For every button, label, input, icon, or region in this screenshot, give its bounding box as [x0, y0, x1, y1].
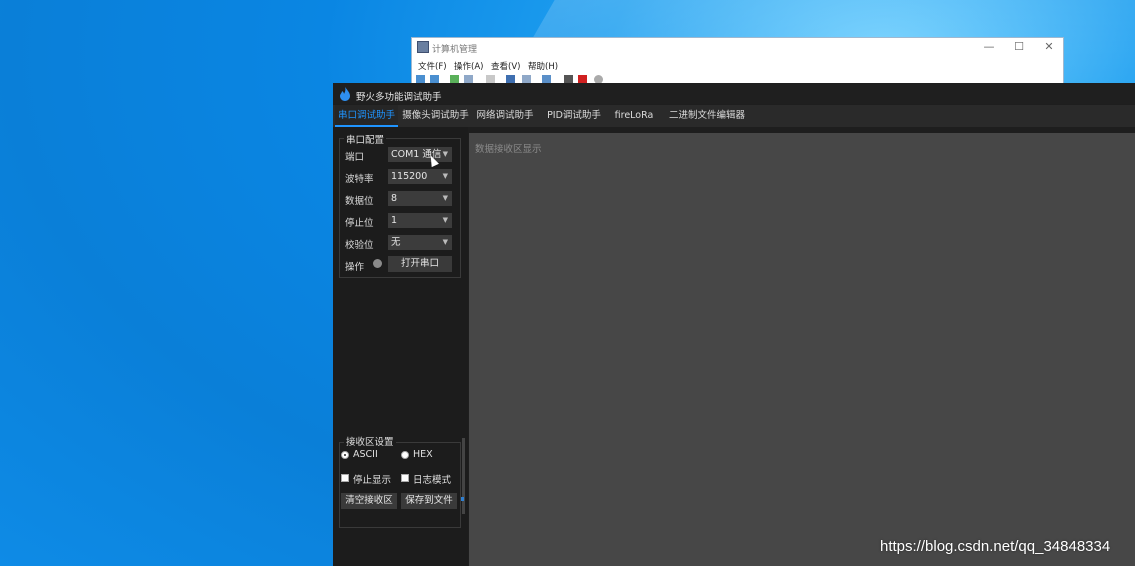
tab-bar: 串口调试助手 摄像头调试助手 网络调试助手 PID调试助手 fireLoRa 二… — [333, 105, 1135, 127]
status-led-icon — [373, 259, 382, 268]
hex-radio[interactable] — [401, 451, 409, 459]
tab-serial[interactable]: 串口调试助手 — [335, 105, 398, 127]
tab-firelora[interactable]: fireLoRa — [611, 105, 657, 127]
parity-label: 校验位 — [345, 240, 374, 251]
minimize-button[interactable]: — — [977, 40, 1001, 54]
baudrate-value: 115200 — [391, 171, 428, 182]
tab-pid[interactable]: PID调试助手 — [541, 105, 607, 127]
tab-network[interactable]: 网络调试助手 — [475, 105, 535, 127]
chevron-down-icon: ▼ — [442, 238, 448, 246]
clear-receive-button[interactable]: 清空接收区 — [341, 493, 397, 509]
menu-help[interactable]: 帮助(H) — [528, 60, 558, 72]
watermark: https://blog.csdn.net/qq_34848334 — [880, 538, 1111, 555]
menu-view[interactable]: 查看(V) — [491, 60, 520, 72]
fire-debug-assistant-window[interactable]: 野火多功能调试助手 串口调试助手 摄像头调试助手 网络调试助手 PID调试助手 … — [333, 83, 1135, 566]
chevron-down-icon: ▼ — [442, 194, 448, 202]
parity-value: 无 — [391, 237, 401, 248]
ascii-label: ASCII — [353, 449, 378, 460]
serial-config-title: 串口配置 — [344, 132, 387, 146]
port-select[interactable]: COM1 通信 ▼ — [388, 147, 452, 162]
parity-select[interactable]: 无 ▼ — [388, 235, 452, 250]
menu-bar: 文件(F) 操作(A) 查看(V) 帮助(H) — [412, 58, 1063, 72]
left-panel: 串口配置 端口 COM1 通信 ▼ 波特率 115200 ▼ 数据位 8 ▼ 停… — [333, 127, 468, 566]
app-title: 野火多功能调试助手 — [356, 92, 442, 103]
open-port-button[interactable]: 打开串口 — [388, 256, 452, 272]
left-panel-scrollbar[interactable] — [462, 438, 465, 514]
databits-label: 数据位 — [345, 196, 374, 207]
stopbits-select[interactable]: 1 ▼ — [388, 213, 452, 228]
receive-area[interactable]: 数据接收区显示 — [469, 133, 1135, 566]
log-mode-label: 日志模式 — [413, 475, 452, 486]
menu-file[interactable]: 文件(F) — [418, 60, 447, 72]
baudrate-select[interactable]: 115200 ▼ — [388, 169, 452, 184]
stop-display-checkbox[interactable] — [341, 474, 349, 482]
stop-display-label: 停止显示 — [353, 475, 392, 486]
baudrate-label: 波特率 — [345, 174, 374, 185]
close-button[interactable]: ✕ — [1037, 40, 1061, 54]
receive-settings-title: 接收区设置 — [344, 434, 396, 448]
chevron-down-icon: ▼ — [442, 150, 448, 158]
stopbits-value: 1 — [391, 215, 398, 226]
tab-camera[interactable]: 摄像头调试助手 — [401, 105, 470, 127]
log-mode-checkbox[interactable] — [401, 474, 409, 482]
app-title-bar[interactable]: 野火多功能调试助手 — [333, 83, 1135, 104]
databits-value: 8 — [391, 193, 398, 204]
flame-logo-icon — [340, 87, 350, 101]
ascii-radio[interactable] — [341, 451, 349, 459]
computer-management-icon — [417, 41, 429, 53]
save-to-file-button[interactable]: 保存到文件 — [401, 493, 457, 509]
title-bar[interactable]: 计算机管理 — ☐ ✕ — [412, 38, 1063, 57]
computer-management-window[interactable]: 计算机管理 — ☐ ✕ 文件(F) 操作(A) 查看(V) 帮助(H) — [411, 37, 1064, 87]
chevron-down-icon: ▼ — [442, 172, 448, 180]
port-label: 端口 — [345, 152, 365, 163]
window-title: 计算机管理 — [432, 45, 478, 55]
scrollbar-marker — [461, 497, 464, 501]
maximize-button[interactable]: ☐ — [1007, 40, 1031, 54]
receive-area-placeholder: 数据接收区显示 — [475, 144, 542, 155]
menu-action[interactable]: 操作(A) — [454, 60, 483, 72]
stopbits-label: 停止位 — [345, 218, 374, 229]
hex-label: HEX — [413, 449, 433, 460]
databits-select[interactable]: 8 ▼ — [388, 191, 452, 206]
tab-binary-editor[interactable]: 二进制文件编辑器 — [667, 105, 747, 127]
chevron-down-icon: ▼ — [442, 216, 448, 224]
operation-label: 操作 — [345, 262, 365, 273]
